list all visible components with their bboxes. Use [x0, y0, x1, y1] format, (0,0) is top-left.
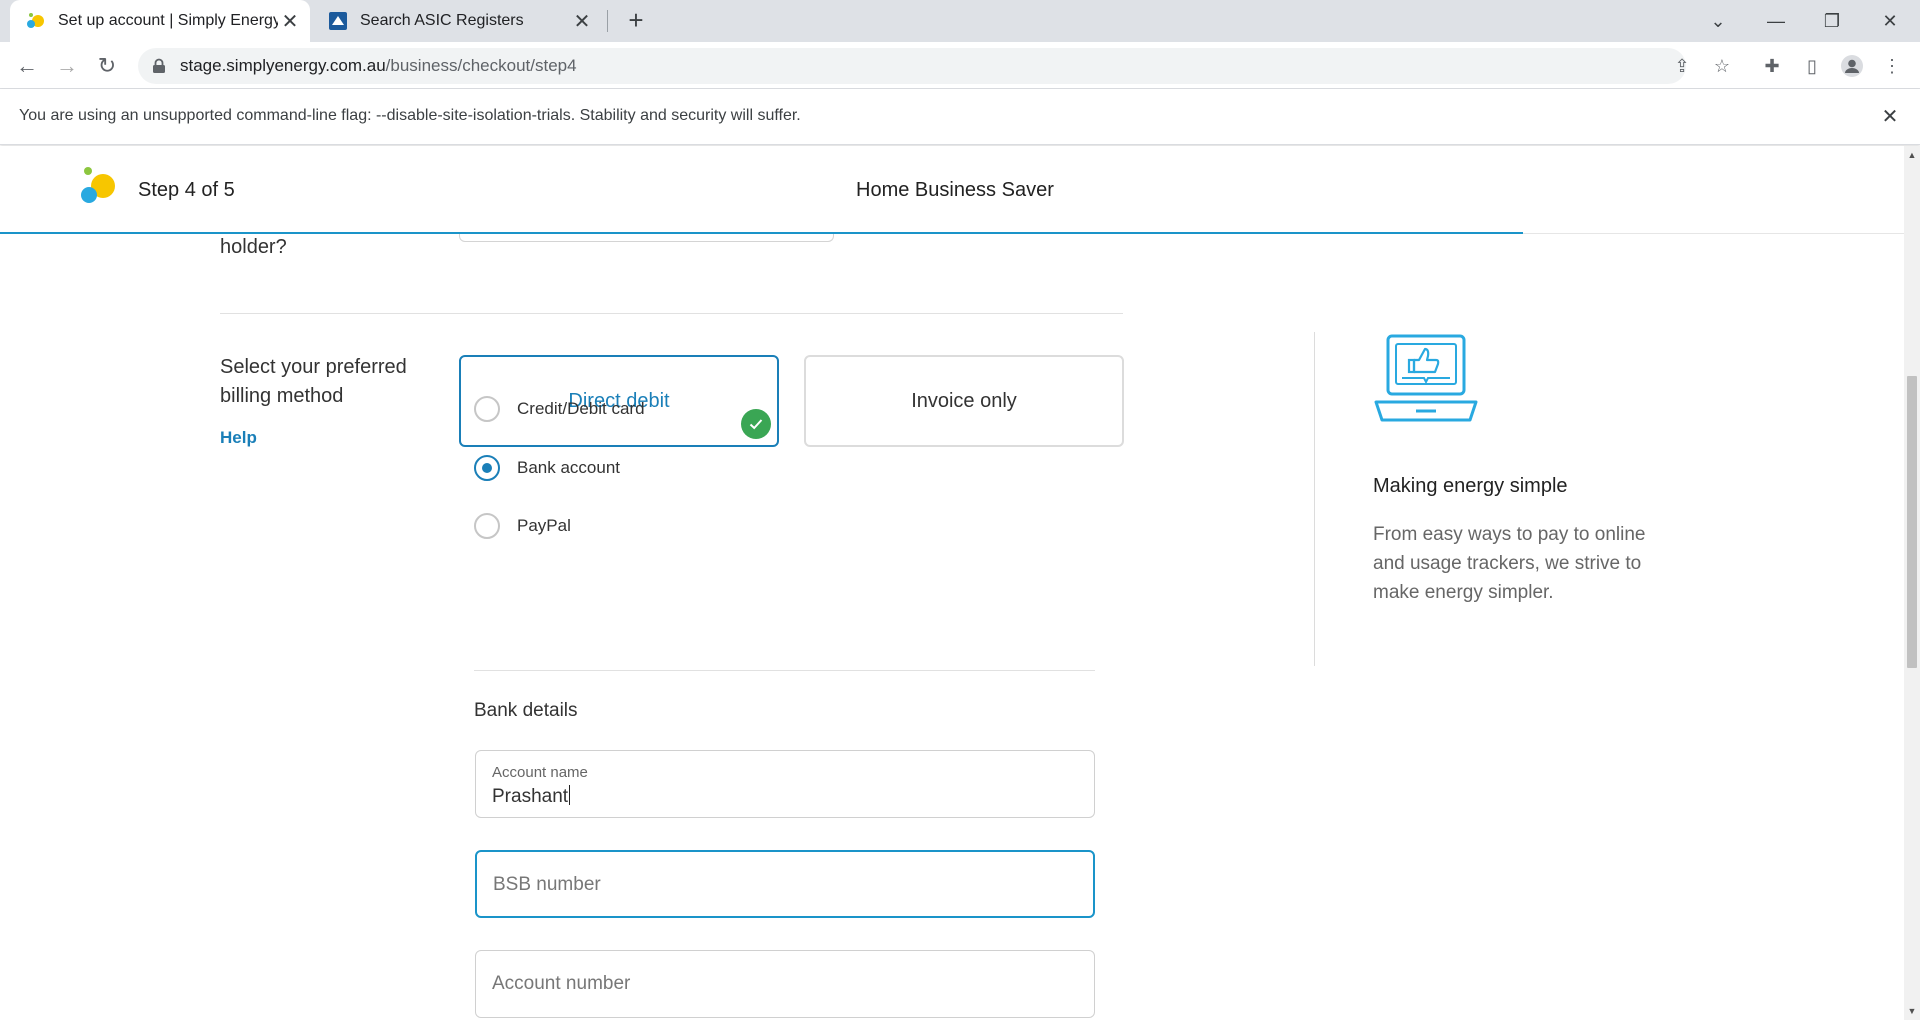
plan-name: Home Business Saver	[856, 179, 1054, 201]
close-infobar-icon[interactable]: ✕	[1876, 103, 1904, 131]
account-number-field[interactable]: Account number	[475, 950, 1095, 1018]
page-scrollbar[interactable]: ▲ ▼	[1904, 146, 1920, 1020]
tab-search-icon[interactable]: ⌄	[1690, 0, 1746, 42]
profile-icon[interactable]	[1836, 50, 1868, 82]
url-host: stage.simplyenergy.com.au	[180, 56, 386, 75]
minimize-icon[interactable]: —	[1748, 0, 1804, 42]
section-divider	[220, 313, 1123, 314]
kebab-menu-icon[interactable]: ⋮	[1876, 50, 1908, 82]
bank-details-heading: Bank details	[474, 700, 578, 721]
asic-favicon	[328, 11, 348, 31]
url-path: /business/checkout/step4	[385, 56, 577, 75]
tab-asic[interactable]: Search ASIC Registers ✕	[312, 0, 602, 42]
radio-button[interactable]	[474, 455, 500, 481]
radio-button[interactable]	[474, 396, 500, 422]
radio-label: Bank account	[517, 458, 621, 477]
help-link[interactable]: Help	[220, 428, 257, 448]
billing-method-label: Select your preferred billing method	[220, 356, 407, 407]
browser-toolbar: ← → ↻ stage.simplyenergy.com.au/business…	[0, 42, 1920, 89]
account-name-value[interactable]: Prashant	[492, 785, 570, 808]
payment-method-bank-account[interactable]: Bank account	[474, 455, 620, 481]
radio-label: Credit/Debit card	[517, 399, 645, 418]
forward-arrow-icon[interactable]: →	[51, 50, 83, 82]
close-tab-icon[interactable]: ✕	[278, 9, 302, 33]
star-icon[interactable]: ☆	[1706, 48, 1738, 84]
tab-strip: Set up account | Simply Energy ✕ Search …	[0, 0, 1920, 42]
lock-icon	[152, 58, 166, 74]
sidebar-divider	[1314, 332, 1315, 666]
simply-energy-logo	[81, 167, 115, 203]
step-indicator: Step 4 of 5	[138, 179, 235, 201]
back-arrow-icon[interactable]: ←	[11, 50, 43, 82]
checkout-header: Step 4 of 5 Home Business Saver	[0, 146, 1904, 234]
scroll-down-icon[interactable]: ▼	[1907, 1006, 1917, 1016]
checkout-progress-bar	[0, 232, 1524, 234]
address-bar[interactable]: stage.simplyenergy.com.au/business/check…	[138, 48, 1730, 84]
invoice-only-label: Invoice only	[911, 389, 1017, 412]
tab-title: Set up account | Simply Energy	[58, 12, 278, 29]
side-panel-icon[interactable]: ▯	[1796, 50, 1828, 82]
bsb-number-field[interactable]: BSB number	[475, 850, 1095, 918]
laptop-thumbs-up-icon	[1374, 334, 1478, 422]
sidebar-title: Making energy simple	[1373, 475, 1568, 497]
section-divider	[474, 670, 1095, 671]
sidebar-text: From easy ways to pay to online and usag…	[1373, 524, 1646, 603]
reload-icon[interactable]: ↻	[91, 50, 123, 82]
new-tab-button[interactable]: +	[620, 7, 652, 35]
radio-label: PayPal	[517, 516, 571, 535]
radio-button[interactable]	[474, 513, 500, 539]
invoice-only-option[interactable]: Invoice only	[804, 355, 1124, 447]
account-name-field[interactable]: Account name Prashant	[475, 750, 1095, 818]
close-tab-icon[interactable]: ✕	[570, 9, 594, 33]
warning-infobar: You are using an unsupported command-lin…	[0, 89, 1920, 145]
share-icon[interactable]: ⇪	[1666, 48, 1698, 84]
puzzle-icon[interactable]: ✚	[1756, 50, 1788, 82]
simply-energy-favicon	[26, 11, 46, 31]
account-number-placeholder: Account number	[492, 973, 631, 994]
account-name-label: Account name	[492, 764, 588, 781]
infobar-message: You are using an unsupported command-lin…	[19, 107, 801, 124]
holder-question: holder?	[220, 236, 287, 258]
url-text: stage.simplyenergy.com.au/business/check…	[180, 56, 577, 76]
checkmark-icon	[741, 409, 771, 439]
payment-method-paypal[interactable]: PayPal	[474, 513, 571, 539]
scroll-up-icon[interactable]: ▲	[1907, 150, 1917, 160]
bsb-number-placeholder: BSB number	[493, 874, 601, 895]
scrollbar-thumb[interactable]	[1907, 376, 1917, 668]
tab-simply-energy[interactable]: Set up account | Simply Energy ✕	[10, 0, 310, 42]
close-window-icon[interactable]: ✕	[1862, 0, 1918, 42]
page-viewport: Step 4 of 5 Home Business Saver holder? …	[0, 146, 1904, 1020]
tab-separator	[607, 10, 608, 32]
tab-title: Search ASIC Registers	[360, 12, 524, 29]
restore-icon[interactable]: ❐	[1804, 0, 1860, 42]
payment-method-credit-card[interactable]: Credit/Debit card	[474, 396, 645, 422]
